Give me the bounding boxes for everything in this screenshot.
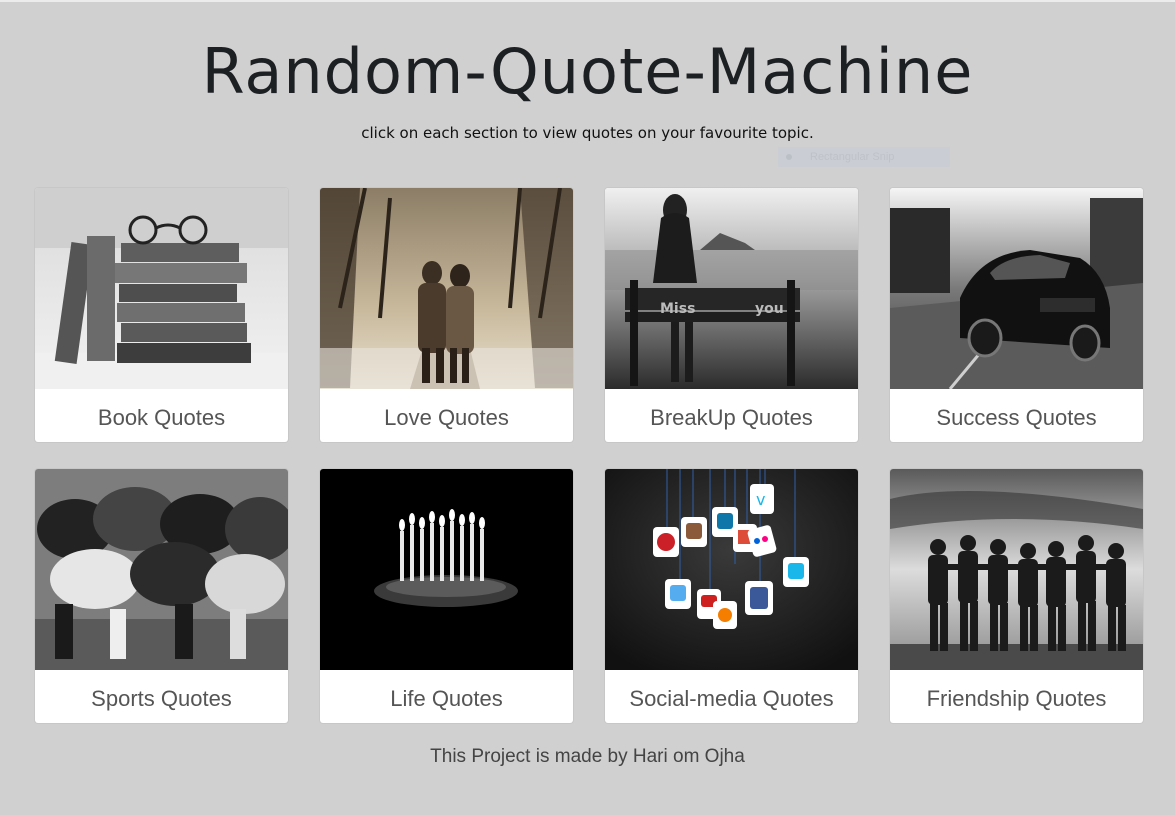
card-label[interactable]: Sports Quotes <box>35 670 288 723</box>
footer-credit: This Project is made by Hari om Ojha <box>430 746 745 767</box>
bench-text-miss: Miss <box>660 301 695 317</box>
card-label[interactable]: BreakUp Quotes <box>605 389 858 442</box>
book-quotes-image[interactable] <box>35 188 288 389</box>
card-label[interactable]: Success Quotes <box>890 389 1143 442</box>
card-label[interactable]: Book Quotes <box>35 389 288 442</box>
svg-text:v: v <box>756 490 765 509</box>
breakup-quotes-image[interactable]: Miss you <box>605 188 858 389</box>
snip-icon <box>786 154 792 160</box>
card-label[interactable]: Social-media Quotes <box>605 670 858 723</box>
card-love-quotes[interactable]: Love Quotes <box>320 188 573 442</box>
page-title: Random-Quote-Machine <box>201 35 974 108</box>
bench-text-you: you <box>755 301 784 317</box>
snip-label: Rectangular Snip <box>810 151 895 163</box>
social-media-quotes-image[interactable]: v <box>605 469 858 670</box>
card-social-media-quotes[interactable]: v Social-media Quotes <box>605 469 858 723</box>
card-label[interactable]: Friendship Quotes <box>890 670 1143 723</box>
sports-quotes-image[interactable] <box>35 469 288 670</box>
life-quotes-image[interactable] <box>320 469 573 670</box>
page-subtitle: click on each section to view quotes on … <box>361 124 814 142</box>
love-quotes-image[interactable] <box>320 188 573 389</box>
card-success-quotes[interactable]: Success Quotes <box>890 188 1143 442</box>
rectangular-snip-tooltip: Rectangular Snip <box>778 147 950 167</box>
card-friendship-quotes[interactable]: Friendship Quotes <box>890 469 1143 723</box>
card-life-quotes[interactable]: Life Quotes <box>320 469 573 723</box>
card-label[interactable]: Life Quotes <box>320 670 573 723</box>
card-label[interactable]: Love Quotes <box>320 389 573 442</box>
card-sports-quotes[interactable]: Sports Quotes <box>35 469 288 723</box>
card-book-quotes[interactable]: Book Quotes <box>35 188 288 442</box>
friendship-quotes-image[interactable] <box>890 469 1143 670</box>
card-breakup-quotes[interactable]: Miss you BreakUp Quotes <box>605 188 858 442</box>
success-quotes-image[interactable] <box>890 188 1143 389</box>
